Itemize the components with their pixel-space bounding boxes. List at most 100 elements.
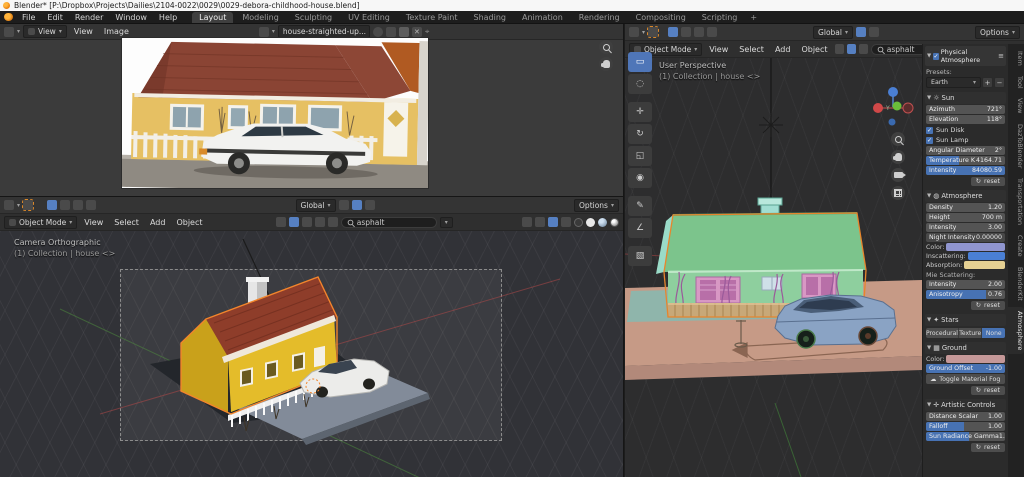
pin-icon[interactable]: ⌖ xyxy=(425,27,430,37)
select-mode-circle-icon[interactable] xyxy=(694,27,704,37)
ortho-toggle-icon[interactable] xyxy=(891,186,905,200)
sidebar-tab-transportation[interactable]: Transportation xyxy=(1010,174,1024,229)
falloff-slider[interactable]: Falloff1.00 xyxy=(926,422,1005,431)
transform-orientation-dropdown[interactable]: Global ▾ xyxy=(296,199,336,212)
proportional-edit-icon[interactable] xyxy=(365,200,375,210)
camera-view-icon[interactable] xyxy=(891,168,905,182)
options-dropdown[interactable]: Options ▾ xyxy=(574,199,619,212)
stars-texture-option[interactable]: Texture xyxy=(959,328,983,338)
workspace-tab-texture-paint[interactable]: Texture Paint xyxy=(399,12,465,23)
pan-hand-icon[interactable] xyxy=(599,57,613,71)
stars-procedural-option[interactable]: Procedural xyxy=(926,328,959,338)
artistic-controls-section-header[interactable]: ▼✛ Artistic Controls xyxy=(925,399,1006,411)
image-menu-image[interactable]: Image xyxy=(100,27,133,36)
viewport-menu-object[interactable]: Object xyxy=(172,218,206,227)
workspace-tab-modeling[interactable]: Modeling xyxy=(235,12,285,23)
new-image-icon[interactable] xyxy=(386,27,396,37)
select-mode-box-icon[interactable] xyxy=(60,200,70,210)
height-field[interactable]: Height700 m xyxy=(926,213,1005,222)
workspace-tab-uv-editing[interactable]: UV Editing xyxy=(341,12,397,23)
azimuth-field[interactable]: Azimuth721° xyxy=(926,105,1005,114)
visibility-light-icon[interactable] xyxy=(328,217,338,227)
viewport-menu-add[interactable]: Add xyxy=(146,218,170,227)
reference-image[interactable] xyxy=(122,38,428,188)
add-workspace-button[interactable]: + xyxy=(746,12,761,23)
visibility-sphere-icon[interactable] xyxy=(847,44,856,54)
search-filter-dropdown[interactable]: ▾ xyxy=(440,217,453,228)
image-menu-view[interactable]: View xyxy=(70,27,97,36)
visibility-image-icon[interactable] xyxy=(315,217,325,227)
sun-radiance-gamma-slider[interactable]: Sun Radiance Gamma1.00 xyxy=(926,432,1005,441)
ground-offset-slider[interactable]: Ground Offset-1.00 xyxy=(926,364,1005,373)
sidebar-tab-create[interactable]: Create xyxy=(1010,231,1024,261)
editor-type-icon[interactable] xyxy=(4,200,14,210)
mie-intensity-field[interactable]: Intensity2.00 xyxy=(926,280,1005,289)
menu-file[interactable]: File xyxy=(17,12,40,23)
ground-color-swatch[interactable] xyxy=(946,355,1005,363)
workspace-tab-scripting[interactable]: Scripting xyxy=(695,12,745,23)
sun-lamp-checkbox[interactable]: ✓Sun Lamp xyxy=(926,136,1005,144)
visibility-mesh-icon[interactable] xyxy=(835,44,844,54)
refresh-image-icon[interactable] xyxy=(373,27,383,37)
snap-magnet-icon[interactable] xyxy=(339,200,349,210)
gizmos-icon[interactable] xyxy=(535,217,545,227)
add-preset-button[interactable]: + xyxy=(982,77,993,88)
workspace-tab-animation[interactable]: Animation xyxy=(515,12,570,23)
ground-section-header[interactable]: ▼▦ Ground xyxy=(925,342,1006,354)
zoom-icon[interactable] xyxy=(891,132,905,146)
sun-section-header[interactable]: ▼☼ Sun xyxy=(925,92,1006,104)
workspace-tab-compositing[interactable]: Compositing xyxy=(629,12,693,23)
open-image-icon[interactable] xyxy=(399,27,409,37)
tool-rotate[interactable]: ↻ xyxy=(628,124,652,144)
image-mode-dropdown[interactable]: View ▾ xyxy=(23,25,67,38)
tool-measure[interactable]: ∠ xyxy=(628,218,652,238)
viewport-search-input[interactable]: asphalt xyxy=(341,217,437,228)
remove-preset-button[interactable]: − xyxy=(994,77,1005,88)
proportional-edit-icon[interactable] xyxy=(869,27,879,37)
stars-none-option[interactable]: None xyxy=(982,328,1005,338)
tool-transform[interactable]: ◉ xyxy=(628,168,652,188)
select-mode-lasso-icon[interactable] xyxy=(86,200,96,210)
unlink-image-icon[interactable]: ✕ xyxy=(412,27,422,37)
sidebar-tab-daztoblender[interactable]: DazToBlender xyxy=(1010,120,1024,172)
tool-add-cube[interactable]: ▧ xyxy=(628,246,652,266)
menu-help[interactable]: Help xyxy=(154,12,182,23)
visibility-sphere-icon[interactable] xyxy=(289,217,299,227)
temperature-slider[interactable]: Temperature K4164.71 xyxy=(926,156,1005,165)
snap-magnet-icon[interactable] xyxy=(856,27,866,37)
panel-enable-checkbox[interactable]: ✓ xyxy=(933,53,939,60)
stars-section-header[interactable]: ▼✦ Stars xyxy=(925,314,1006,326)
sun-disk-checkbox[interactable]: ✓Sun Disk xyxy=(926,126,1005,134)
viewport-camera-canvas[interactable]: Camera Orthographic (1) Collection | hou… xyxy=(0,231,623,477)
mode-dropdown[interactable]: Object Mode ▾ xyxy=(4,216,77,229)
active-tool-cursor-icon[interactable] xyxy=(23,200,33,210)
pivot-point-icon[interactable] xyxy=(522,217,532,227)
atmosphere-reset-button[interactable]: ↻reset xyxy=(971,301,1005,310)
menu-render[interactable]: Render xyxy=(70,12,108,23)
night-intensity-field[interactable]: Night Intensity0.00000 xyxy=(926,233,1005,242)
tool-scale[interactable]: ◱ xyxy=(628,146,652,166)
sidebar-tab-tool[interactable]: Tool xyxy=(1010,72,1024,93)
preset-dropdown[interactable]: Earth ▾ xyxy=(926,77,981,88)
options-dropdown[interactable]: Options ▾ xyxy=(975,26,1020,39)
physical-atmosphere-panel-header[interactable]: ▼ ✓ Physical Atmosphere ≡ xyxy=(925,46,1006,66)
collapse-caret-icon[interactable]: ▼ xyxy=(927,53,931,59)
workspace-tab-shading[interactable]: Shading xyxy=(466,12,513,23)
visibility-armature-icon[interactable] xyxy=(859,44,868,54)
sidebar-tab-atmosphere[interactable]: Atmosphere xyxy=(1008,307,1024,354)
shading-material-icon[interactable] xyxy=(598,218,607,227)
viewport-menu-add[interactable]: Add xyxy=(771,45,795,54)
select-mode-circle-icon[interactable] xyxy=(73,200,83,210)
xray-toggle-icon[interactable] xyxy=(561,217,571,227)
ground-reset-button[interactable]: ↻reset xyxy=(971,386,1005,395)
elevation-field[interactable]: Elevation118° xyxy=(926,115,1005,124)
sun-lamp-object[interactable] xyxy=(759,113,783,137)
viewport-menu-select[interactable]: Select xyxy=(735,45,768,54)
menu-edit[interactable]: Edit xyxy=(42,12,68,23)
editor-type-icon[interactable] xyxy=(629,27,639,37)
overlays-icon[interactable] xyxy=(548,217,558,227)
absorption-color-swatch[interactable] xyxy=(964,261,1005,269)
menu-window[interactable]: Window xyxy=(110,12,152,23)
viewport-menu-view[interactable]: View xyxy=(80,218,107,227)
car-object[interactable] xyxy=(775,295,896,348)
